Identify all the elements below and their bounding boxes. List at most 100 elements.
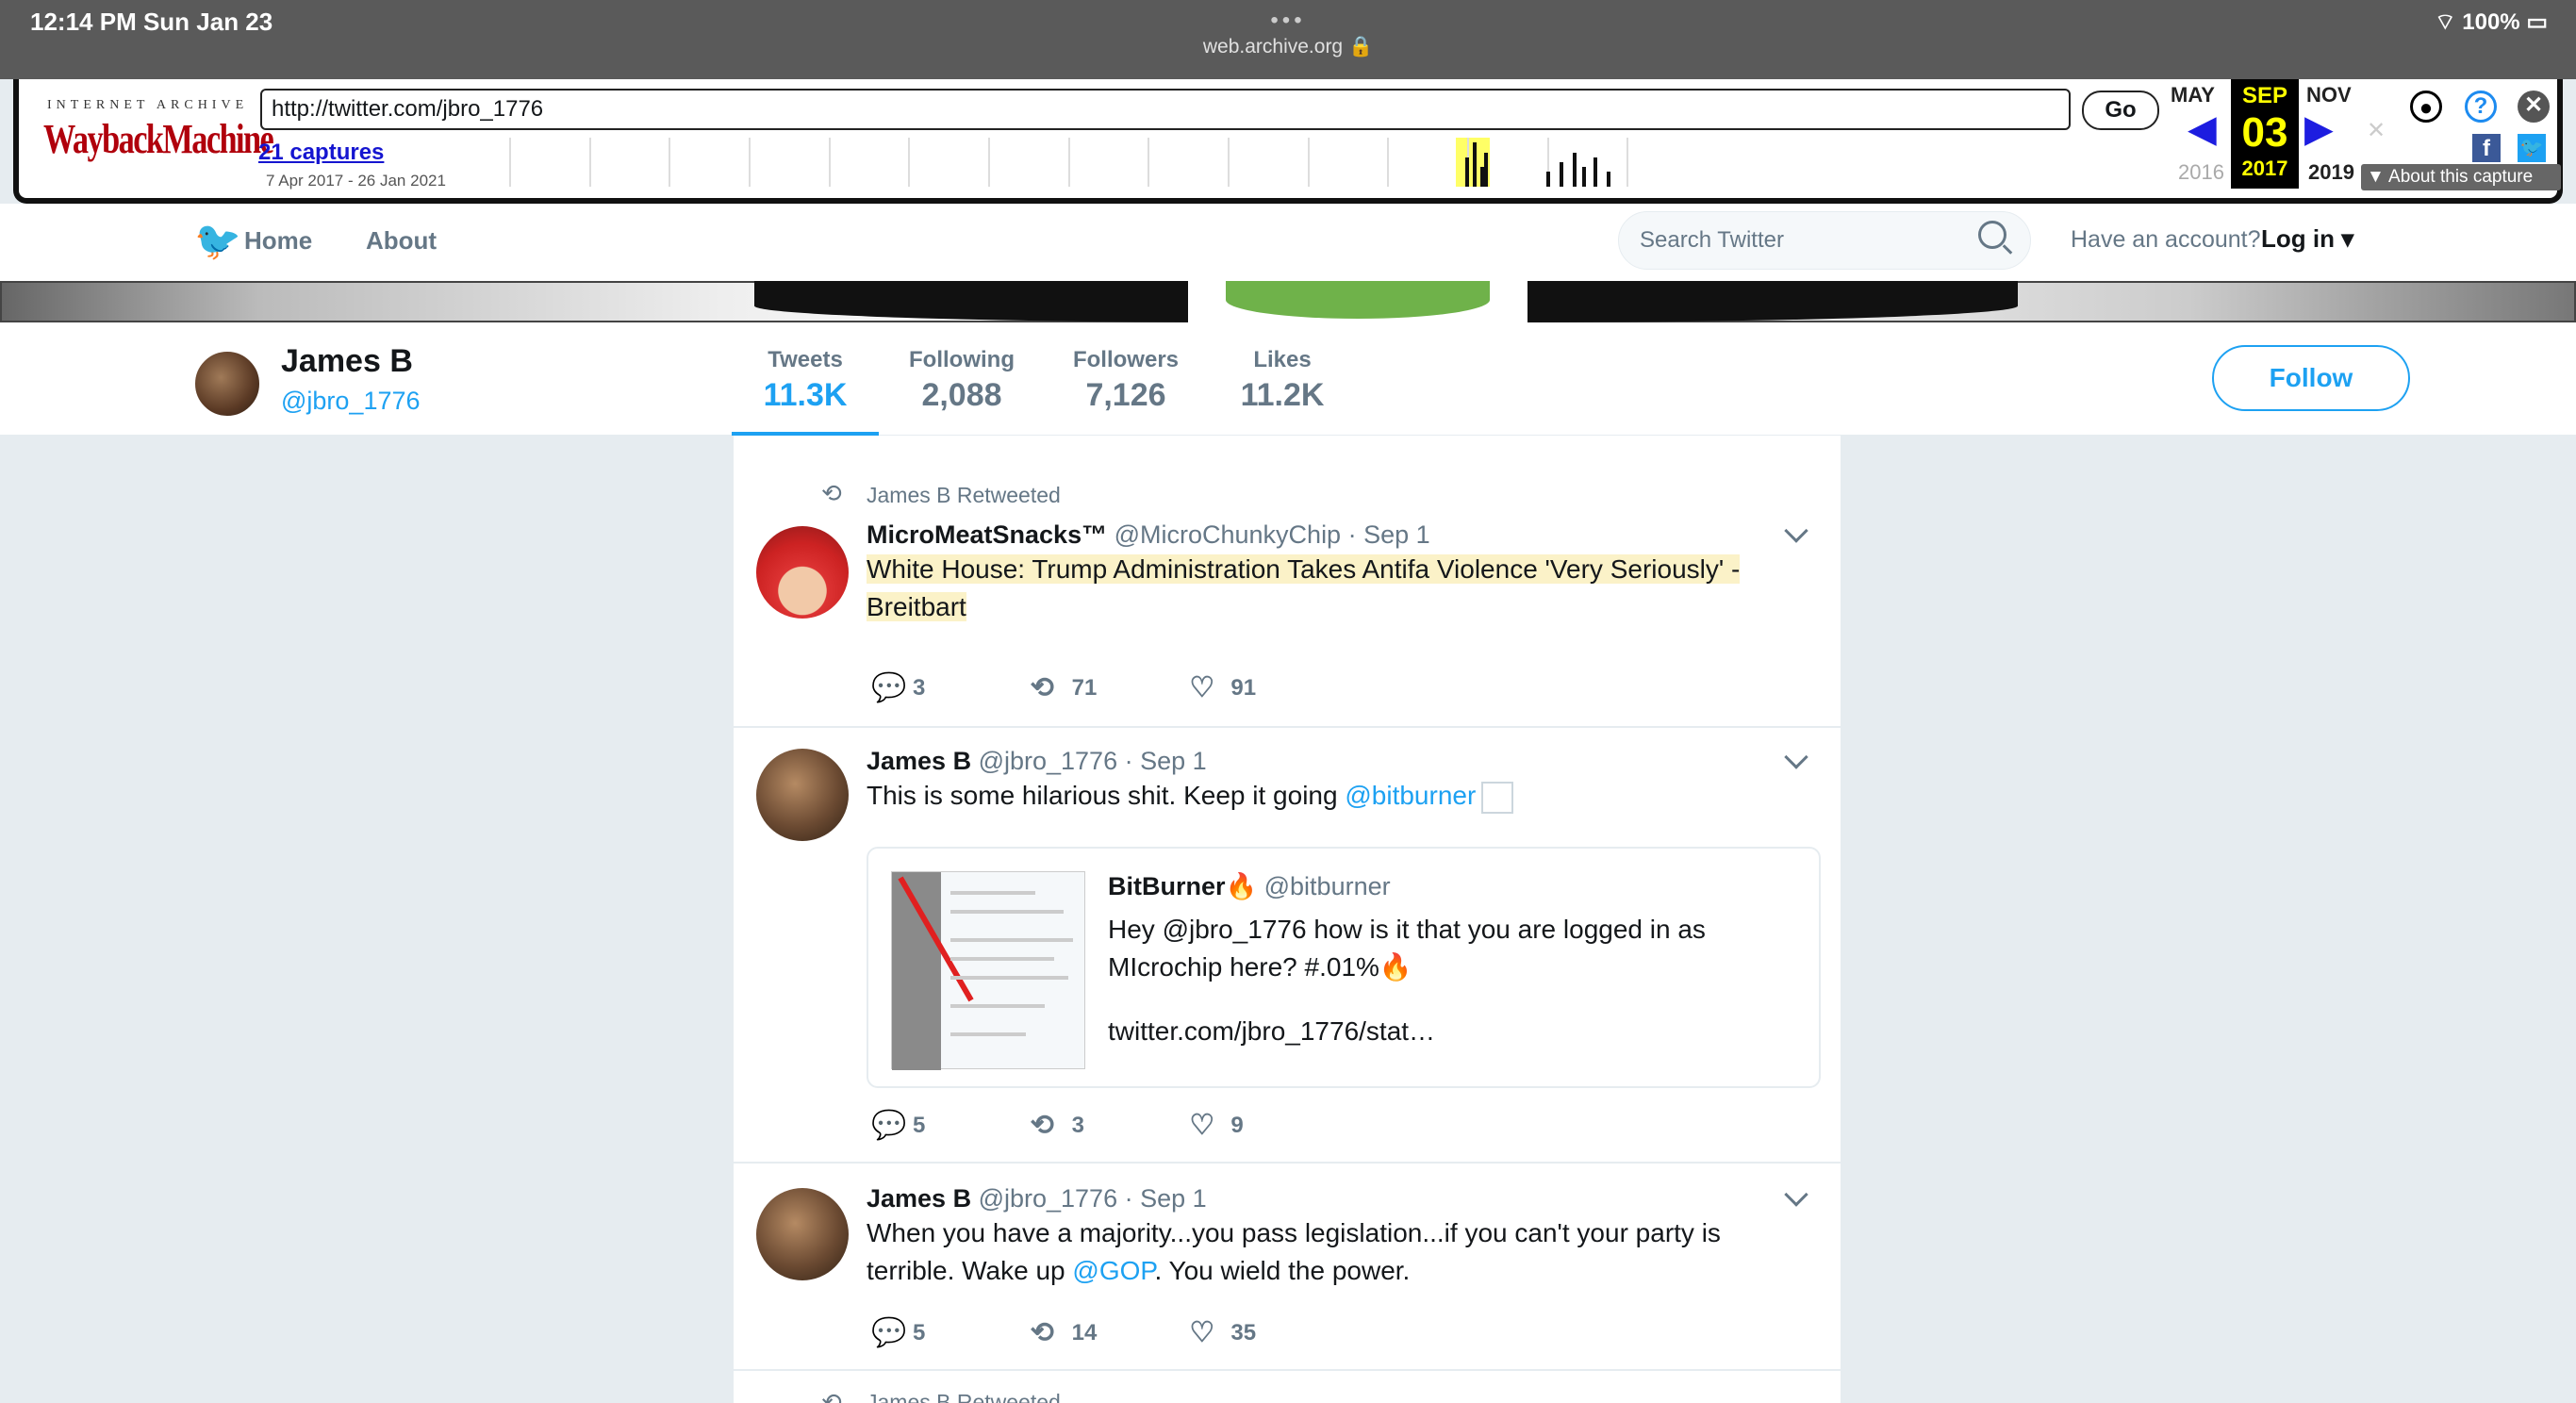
- prev-year-label[interactable]: 2016: [2178, 160, 2224, 185]
- stat-value: 2,088: [921, 377, 1002, 413]
- chevron-down-icon[interactable]: [1784, 519, 1808, 543]
- like-button[interactable]: ♡ 35: [1189, 1316, 1256, 1349]
- avatar[interactable]: [192, 349, 262, 419]
- tweet-meta[interactable]: @jbro_1776 · Sep 1: [971, 747, 1207, 775]
- close-toolbar-icon[interactable]: ✕: [2518, 91, 2550, 123]
- tweet-author-name[interactable]: James B: [867, 747, 971, 775]
- nav-home-link[interactable]: Home: [244, 226, 312, 256]
- heart-icon: ♡: [1189, 1317, 1215, 1348]
- image-line: [950, 957, 1054, 961]
- address-bar[interactable]: web.archive.org 🔒: [0, 36, 2576, 58]
- like-button[interactable]: ♡ 91: [1189, 671, 1256, 704]
- chevron-down-icon[interactable]: [1784, 1182, 1808, 1207]
- tweet-header: James B @jbro_1776 · Sep 1: [867, 747, 1207, 776]
- retweet-button[interactable]: ⟲ 71: [1031, 671, 1183, 704]
- quoted-author-name[interactable]: BitBurner🔥: [1108, 872, 1257, 900]
- retweet-icon: ⟲: [1030, 1317, 1054, 1348]
- capture-bar[interactable]: [1546, 172, 1550, 187]
- tweet-item[interactable]: James B @jbro_1776 · Sep 1 This is some …: [734, 728, 1841, 1164]
- banner-artwork-green: [1226, 281, 1490, 319]
- captures-link[interactable]: 21 captures: [258, 140, 384, 166]
- stat-followers[interactable]: Followers 7,126: [1050, 347, 1201, 414]
- wayback-logo-caption: INTERNET ARCHIVE: [47, 98, 249, 112]
- account-icon[interactable]: ●: [2410, 91, 2442, 123]
- follow-button[interactable]: Follow: [2212, 345, 2410, 411]
- login-dropdown[interactable]: Log in ▾: [2261, 224, 2353, 254]
- wayback-url-input[interactable]: http://twitter.com/jbro_1776: [260, 89, 2071, 130]
- image-line: [950, 1032, 1026, 1036]
- retweet-count: 71: [1071, 674, 1098, 701]
- image-line: [950, 976, 1068, 980]
- current-day: 03: [2241, 109, 2288, 156]
- capture-timeline[interactable]: [509, 138, 1707, 187]
- mention-link[interactable]: @bitburner: [1345, 781, 1476, 810]
- help-icon[interactable]: ?: [2465, 91, 2497, 123]
- stat-likes[interactable]: Likes 11.2K: [1216, 347, 1348, 414]
- quoted-tweet-link[interactable]: twitter.com/jbro_1776/stat…: [1108, 1016, 1435, 1047]
- capture-bar[interactable]: [1573, 152, 1577, 187]
- quoted-author-handle[interactable]: @bitburner: [1257, 872, 1391, 900]
- capture-bar[interactable]: [1607, 172, 1610, 187]
- ios-status-bar: 12:14 PM Sun Jan 23 ••• web.archive.org …: [0, 0, 2576, 79]
- twitter-bird-icon[interactable]: 🐦: [194, 219, 241, 263]
- next-year-label[interactable]: 2019: [2308, 160, 2354, 185]
- prev-capture-arrow-icon[interactable]: ◀: [2188, 107, 2217, 151]
- tweet-item[interactable]: ⟲ James B Retweeted MicroMeatSnacks™ @Mi…: [734, 436, 1841, 728]
- reply-button[interactable]: 💬 3: [871, 671, 1024, 704]
- like-count: 91: [1230, 674, 1257, 701]
- next-month-label[interactable]: NOV: [2306, 83, 2352, 107]
- avatar[interactable]: [756, 526, 849, 619]
- heart-icon: ♡: [1189, 672, 1215, 703]
- current-year: 2017: [2231, 157, 2299, 181]
- tweet-meta[interactable]: @MicroChunkyChip · Sep 1: [1107, 520, 1430, 549]
- about-capture-dropdown[interactable]: ▼ About this capture: [2361, 164, 2561, 190]
- avatar[interactable]: [756, 1188, 849, 1280]
- twitter-share-icon[interactable]: 🐦: [2518, 134, 2546, 162]
- nav-about-link[interactable]: About: [366, 226, 437, 256]
- quoted-tweet-card[interactable]: BitBurner🔥 @bitburner Hey @jbro_1776 how…: [867, 847, 1821, 1088]
- retweet-icon: ⟲: [1030, 672, 1054, 703]
- wayback-toolbar: INTERNET ARCHIVE WaybackMachine http://t…: [13, 79, 2563, 204]
- tweet-meta[interactable]: @jbro_1776 · Sep 1: [971, 1184, 1207, 1213]
- capture-bar[interactable]: [1473, 142, 1477, 187]
- capture-bar[interactable]: [1582, 167, 1586, 187]
- profile-handle[interactable]: @jbro_1776: [281, 387, 421, 416]
- facebook-share-icon[interactable]: f: [2472, 134, 2501, 162]
- stat-following[interactable]: Following 2,088: [888, 347, 1035, 414]
- tweet-author-name[interactable]: James B: [867, 1184, 971, 1213]
- profile-name[interactable]: James B: [281, 343, 413, 380]
- stat-label: Followers: [1072, 347, 1180, 372]
- search-icon[interactable]: [1978, 221, 2006, 249]
- search-input[interactable]: Search Twitter: [1618, 211, 2031, 270]
- next-capture-arrow-icon[interactable]: ▶: [2304, 107, 2334, 151]
- prev-month-label[interactable]: MAY: [2171, 83, 2215, 107]
- reply-button[interactable]: 💬 5: [871, 1109, 1024, 1142]
- like-button[interactable]: ♡ 9: [1189, 1109, 1243, 1142]
- tweet-item[interactable]: James B @jbro_1776 · Sep 1 When you have…: [734, 1164, 1841, 1371]
- stat-label: Tweets: [768, 347, 843, 372]
- capture-bar[interactable]: [1484, 152, 1488, 187]
- reply-icon: 💬: [871, 1317, 907, 1348]
- reply-count: 5: [913, 1319, 926, 1345]
- mention-link[interactable]: @GOP: [1072, 1256, 1154, 1285]
- capture-bar[interactable]: [1560, 162, 1563, 187]
- reply-button[interactable]: 💬 5: [871, 1316, 1024, 1349]
- capture-bar[interactable]: [1465, 157, 1469, 187]
- wayback-go-button[interactable]: Go: [2082, 91, 2159, 130]
- tweet-text: When you have a majority...you pass legi…: [867, 1214, 1791, 1290]
- retweet-button[interactable]: ⟲ 3: [1031, 1109, 1183, 1142]
- retweeted-label: James B Retweeted: [867, 1390, 1061, 1403]
- like-count: 9: [1230, 1112, 1244, 1138]
- retweet-button[interactable]: ⟲ 14: [1031, 1316, 1183, 1349]
- reply-icon: 💬: [871, 1110, 907, 1141]
- wayback-logo[interactable]: WaybackMachine: [43, 115, 274, 163]
- close-timeline-icon[interactable]: ✕: [2367, 117, 2386, 144]
- tweet-author-name[interactable]: MicroMeatSnacks™: [867, 520, 1107, 549]
- chevron-down-icon[interactable]: [1784, 745, 1808, 769]
- tweet-header: MicroMeatSnacks™ @MicroChunkyChip · Sep …: [867, 520, 1430, 550]
- capture-bar[interactable]: [1593, 157, 1597, 187]
- multitask-dots-icon[interactable]: •••: [0, 8, 2576, 34]
- stat-tweets[interactable]: Tweets 11.3K: [732, 347, 879, 414]
- current-capture-date: SEP 03 2017: [2231, 79, 2299, 189]
- avatar[interactable]: [756, 749, 849, 841]
